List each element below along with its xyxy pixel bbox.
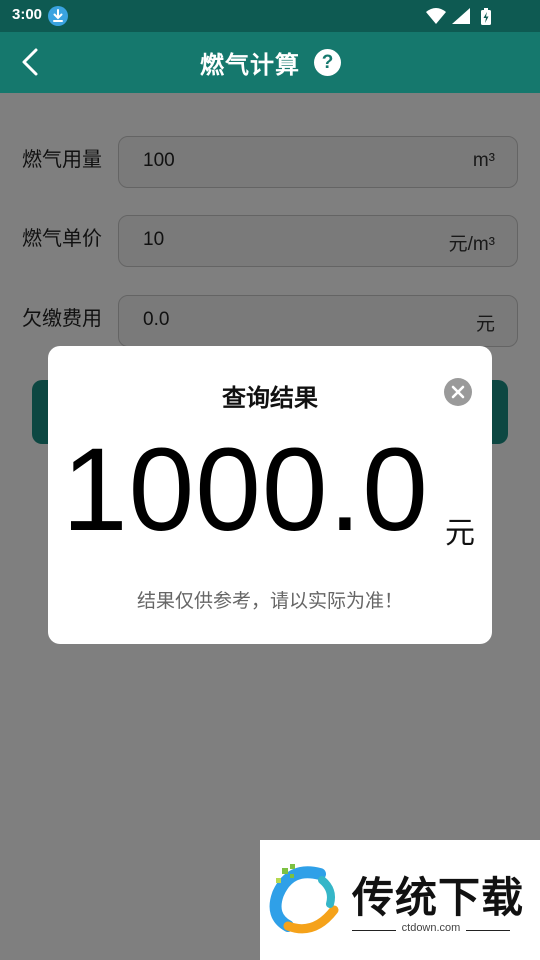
result-note: 结果仅供参考，请以实际为准！	[136, 590, 403, 612]
dialog-title: 查询结果	[222, 384, 318, 412]
watermark-divider-right	[466, 930, 510, 931]
watermark: 传统下载 ctdown.com	[260, 840, 540, 960]
watermark-title: 传统下载	[352, 873, 525, 922]
help-icon[interactable]: ?	[314, 49, 341, 76]
download-icon	[48, 6, 68, 26]
status-time: 3:00	[12, 6, 43, 23]
page-title: 燃气计算	[200, 51, 300, 79]
signal-icon	[452, 8, 470, 24]
chevron-left-icon	[22, 48, 38, 76]
system-icons	[426, 7, 506, 29]
ctdown-logo-icon	[269, 864, 339, 934]
result-value: 1000.0	[62, 424, 429, 556]
watermark-subtitle: ctdown.com	[401, 922, 461, 934]
wifi-icon	[426, 8, 446, 24]
close-icon	[451, 385, 465, 399]
app-header: 燃气计算 ?	[0, 32, 540, 93]
result-unit: 元	[445, 516, 475, 551]
status-bar: 3:00	[0, 0, 540, 32]
result-dialog: 查询结果 1000.0 元 结果仅供参考，请以实际为准！	[48, 346, 492, 644]
close-button[interactable]	[444, 378, 472, 406]
back-button[interactable]	[18, 46, 46, 78]
battery-icon	[481, 8, 491, 25]
